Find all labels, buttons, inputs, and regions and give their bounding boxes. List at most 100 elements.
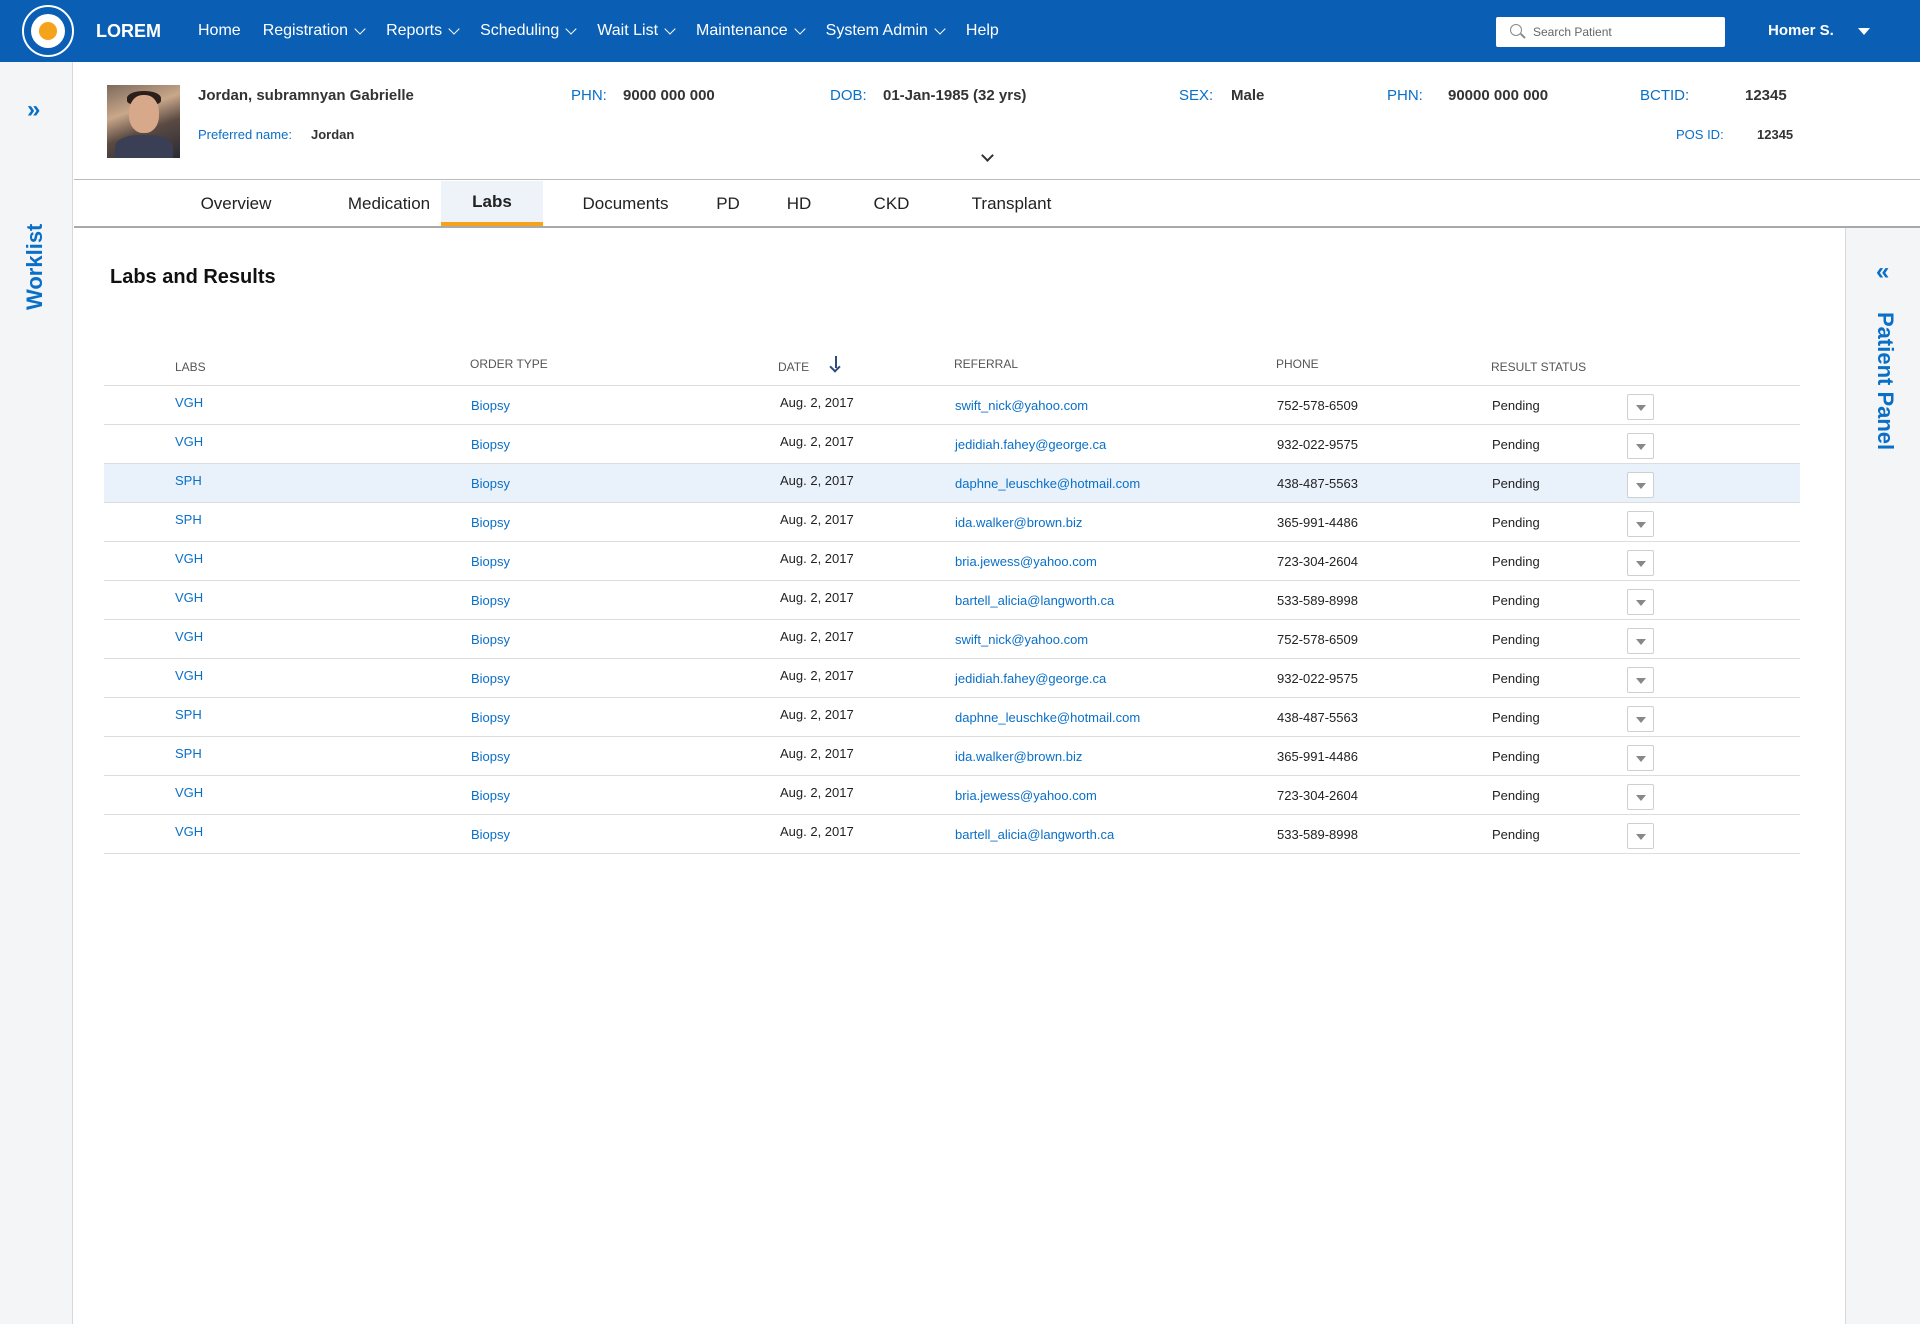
column-referral[interactable]: REFERRAL <box>954 357 1018 371</box>
referral-email-link[interactable]: swift_nick@yahoo.com <box>955 398 1088 413</box>
table-row[interactable]: VGH Biopsy Aug. 2, 2017 bartell_alicia@lang… <box>104 581 1800 620</box>
table-row[interactable]: VGH Biopsy Aug. 2, 2017 jedidiah.fahey@geor… <box>104 659 1800 698</box>
referral-email-link[interactable]: swift_nick@yahoo.com <box>955 632 1088 647</box>
row-dropdown-button[interactable] <box>1627 667 1654 693</box>
table-row[interactable]: SPH Biopsy Aug. 2, 2017 ida.walker@brown.bi… <box>104 503 1800 542</box>
patient-panel-label[interactable]: Patient Panel <box>1872 312 1898 450</box>
double-chevron-right-icon[interactable]: » <box>27 96 40 124</box>
referral-email-link[interactable]: daphne_leuschke@hotmail.com <box>955 710 1140 725</box>
caret-down-icon[interactable] <box>1858 28 1870 35</box>
referral-email-link[interactable]: bria.jewess@yahoo.com <box>955 554 1097 569</box>
nav-item-home[interactable]: Home <box>198 22 241 40</box>
lab-link[interactable]: VGH <box>175 629 203 644</box>
tab-labs[interactable]: Labs <box>441 181 543 226</box>
table-row[interactable]: SPH Biopsy Aug. 2, 2017 ida.walker@brown.bi… <box>104 737 1800 776</box>
date-cell: Aug. 2, 2017 <box>780 395 854 410</box>
row-dropdown-button[interactable] <box>1627 394 1654 420</box>
referral-email-link[interactable]: bartell_alicia@langworth.ca <box>955 827 1114 842</box>
order-type-link[interactable]: Biopsy <box>471 515 510 530</box>
lab-link[interactable]: SPH <box>175 746 202 761</box>
tab-pd[interactable]: PD <box>700 181 756 226</box>
lab-link[interactable]: VGH <box>175 668 203 683</box>
nav-item-scheduling[interactable]: Scheduling <box>480 22 577 40</box>
referral-email-link[interactable]: ida.walker@brown.biz <box>955 749 1082 764</box>
table-row[interactable]: SPH Biopsy Aug. 2, 2017 daphne_leuschke@hot… <box>104 698 1800 737</box>
lab-link[interactable]: VGH <box>175 551 203 566</box>
tab-medication[interactable]: Medication <box>317 181 461 226</box>
tab-documents[interactable]: Documents <box>551 181 700 226</box>
referral-email-link[interactable]: jedidiah.fahey@george.ca <box>955 671 1106 686</box>
row-dropdown-button[interactable] <box>1627 706 1654 732</box>
tab-overview[interactable]: Overview <box>177 181 295 226</box>
table-row[interactable]: VGH Biopsy Aug. 2, 2017 jedidiah.fahey@geor… <box>104 425 1800 464</box>
lab-link[interactable]: VGH <box>175 434 203 449</box>
column-phone[interactable]: PHONE <box>1276 357 1319 371</box>
lab-link[interactable]: VGH <box>175 590 203 605</box>
nav-item-label: Wait List <box>597 22 659 39</box>
order-type-link[interactable]: Biopsy <box>471 710 510 725</box>
order-type-link[interactable]: Biopsy <box>471 749 510 764</box>
table-row[interactable]: VGH Biopsy Aug. 2, 2017 swift_nick@yahoo.co… <box>104 386 1800 425</box>
column-date[interactable]: DATE <box>778 360 809 374</box>
order-type-link[interactable]: Biopsy <box>471 788 510 803</box>
lab-link[interactable]: VGH <box>175 785 203 800</box>
column-result-status[interactable]: RESULT STATUS <box>1491 360 1586 374</box>
table-row[interactable]: SPH Biopsy Aug. 2, 2017 daphne_leuschke@hot… <box>104 464 1800 503</box>
referral-email-link[interactable]: jedidiah.fahey@george.ca <box>955 437 1106 452</box>
lab-link[interactable]: VGH <box>175 824 203 839</box>
table-row[interactable]: VGH Biopsy Aug. 2, 2017 bartell_alicia@lang… <box>104 815 1800 854</box>
row-dropdown-button[interactable] <box>1627 589 1654 615</box>
row-dropdown-button[interactable] <box>1627 628 1654 654</box>
date-cell: Aug. 2, 2017 <box>780 629 854 644</box>
patient-name: Jordan, subramnyan Gabrielle <box>198 87 414 104</box>
tab-transplant[interactable]: Transplant <box>941 181 1082 226</box>
user-menu-name[interactable]: Homer S. <box>1768 22 1834 39</box>
nav-item-help[interactable]: Help <box>966 22 999 40</box>
referral-email-link[interactable]: bartell_alicia@langworth.ca <box>955 593 1114 608</box>
lab-link[interactable]: SPH <box>175 512 202 527</box>
nav-item-reports[interactable]: Reports <box>386 22 460 40</box>
nav-item-registration[interactable]: Registration <box>263 22 366 40</box>
table-row[interactable]: VGH Biopsy Aug. 2, 2017 swift_nick@yahoo.co… <box>104 620 1800 659</box>
row-dropdown-button[interactable] <box>1627 433 1654 459</box>
table-row[interactable]: VGH Biopsy Aug. 2, 2017 bria.jewess@yahoo.c… <box>104 542 1800 581</box>
sort-descending-icon[interactable] <box>835 356 837 368</box>
lab-link[interactable]: SPH <box>175 707 202 722</box>
column-labs[interactable]: LABS <box>175 360 206 374</box>
row-dropdown-button[interactable] <box>1627 784 1654 810</box>
order-type-link[interactable]: Biopsy <box>471 593 510 608</box>
search-box[interactable] <box>1496 17 1725 47</box>
referral-email-link[interactable]: daphne_leuschke@hotmail.com <box>955 476 1140 491</box>
row-dropdown-button[interactable] <box>1627 745 1654 771</box>
nav-item-label: Reports <box>386 22 443 39</box>
worklist-label[interactable]: Worklist <box>22 224 48 310</box>
row-dropdown-button[interactable] <box>1627 472 1654 498</box>
column-order-type[interactable]: ORDER TYPE <box>470 357 548 371</box>
nav-item-wait-list[interactable]: Wait List <box>597 22 676 40</box>
order-type-link[interactable]: Biopsy <box>471 827 510 842</box>
dob-label: DOB: <box>830 87 867 104</box>
order-type-link[interactable]: Biopsy <box>471 437 510 452</box>
referral-email-link[interactable]: ida.walker@brown.biz <box>955 515 1082 530</box>
order-type-link[interactable]: Biopsy <box>471 554 510 569</box>
order-type-link[interactable]: Biopsy <box>471 671 510 686</box>
referral-email-link[interactable]: bria.jewess@yahoo.com <box>955 788 1097 803</box>
order-type-link[interactable]: Biopsy <box>471 476 510 491</box>
chevron-down-icon[interactable] <box>981 149 994 162</box>
nav-item-maintenance[interactable]: Maintenance <box>696 22 806 40</box>
row-dropdown-button[interactable] <box>1627 823 1654 849</box>
search-patient-input[interactable] <box>1533 22 1718 42</box>
lab-link[interactable]: VGH <box>175 395 203 410</box>
row-dropdown-button[interactable] <box>1627 511 1654 537</box>
double-chevron-left-icon[interactable]: « <box>1876 258 1889 286</box>
app-logo-icon[interactable] <box>22 5 74 57</box>
table-row[interactable]: VGH Biopsy Aug. 2, 2017 bria.jewess@yahoo.c… <box>104 776 1800 815</box>
row-dropdown-button[interactable] <box>1627 550 1654 576</box>
sex-label: SEX: <box>1179 87 1214 104</box>
tab-hd[interactable]: HD <box>756 181 842 226</box>
tab-ckd[interactable]: CKD <box>842 181 941 226</box>
order-type-link[interactable]: Biopsy <box>471 398 510 413</box>
lab-link[interactable]: SPH <box>175 473 202 488</box>
order-type-link[interactable]: Biopsy <box>471 632 510 647</box>
nav-item-system-admin[interactable]: System Admin <box>826 22 946 40</box>
